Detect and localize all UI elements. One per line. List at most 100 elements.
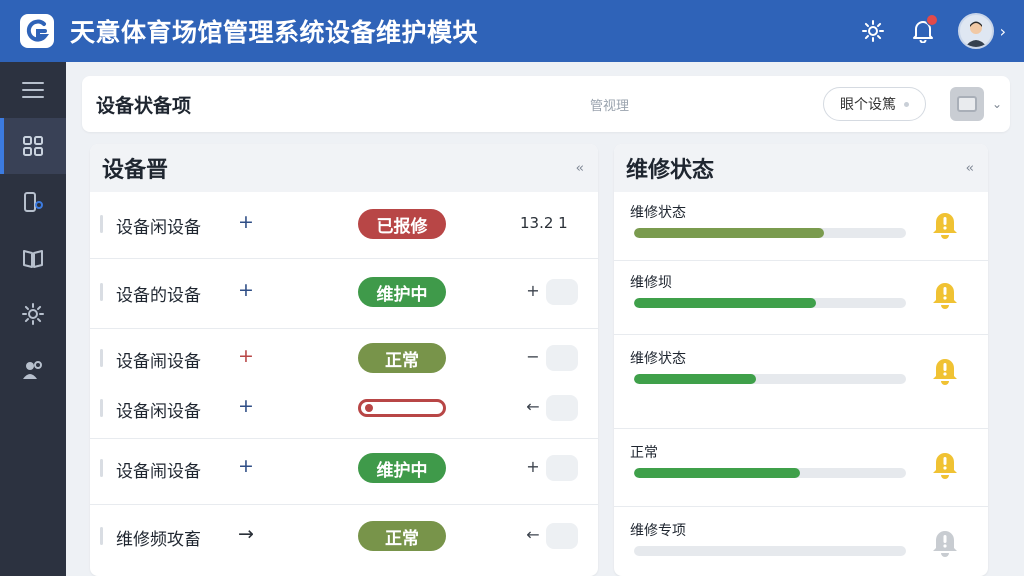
maintenance-label: 维修状态 bbox=[630, 205, 686, 221]
warning-bell-icon[interactable] bbox=[930, 526, 960, 562]
dashboard-icon bbox=[23, 136, 43, 156]
row-handle[interactable] bbox=[100, 399, 103, 417]
maintenance-item[interactable]: 维修状态 bbox=[614, 338, 988, 404]
filter-button-label: 眼个设篤 bbox=[840, 97, 896, 113]
status-toggle-knob bbox=[365, 404, 373, 412]
equipment-row[interactable]: 设备的设备 + 维护中 + bbox=[90, 274, 598, 310]
warning-bell-icon[interactable] bbox=[930, 354, 960, 390]
adjust-icon[interactable]: + bbox=[526, 457, 540, 476]
equipment-name: 设备闲设备 bbox=[116, 218, 201, 238]
row-handle[interactable] bbox=[100, 215, 103, 233]
adjust-icon[interactable]: − bbox=[526, 347, 540, 366]
row-divider bbox=[614, 506, 988, 507]
maintenance-item[interactable]: 维修专项 bbox=[614, 510, 988, 576]
book-icon bbox=[23, 250, 43, 268]
maintenance-panel-header: 维修状态 ‹‹ bbox=[614, 144, 988, 192]
value-field[interactable] bbox=[546, 345, 578, 371]
maintenance-label: 维修状态 bbox=[630, 351, 686, 367]
collapse-icon[interactable]: ‹‹ bbox=[576, 161, 585, 176]
warning-bell-icon[interactable] bbox=[930, 448, 960, 484]
users-icon bbox=[23, 361, 42, 379]
sidebar bbox=[0, 62, 66, 576]
equipment-panel: 设备晋 ‹‹ 设备闲设备 + 已报修 13.2 1 设备的设备 + 维护中 + 设备闹设备 + 正常… bbox=[90, 144, 598, 576]
row-divider bbox=[614, 334, 988, 335]
equipment-row[interactable]: 设备闲设备 + 已报修 13.2 1 bbox=[90, 206, 598, 242]
equipment-name: 设备闲设备 bbox=[116, 402, 201, 422]
maintenance-label: 正常 bbox=[630, 445, 658, 461]
maintenance-item[interactable]: 维修状态 bbox=[614, 192, 988, 258]
equipment-row[interactable]: 设备闲设备 + ← bbox=[90, 390, 598, 426]
row-divider bbox=[614, 428, 988, 429]
progress-bar bbox=[634, 374, 906, 384]
app-logo[interactable] bbox=[20, 14, 54, 48]
progress-fill bbox=[634, 228, 825, 238]
value-field[interactable] bbox=[546, 455, 578, 481]
page-header: 设备状备项 管视理 眼个设篤 ⌄ bbox=[82, 76, 1010, 132]
adjust-icon[interactable]: ← bbox=[526, 525, 540, 544]
user-menu-chevron-icon[interactable]: › bbox=[1000, 22, 1006, 41]
avatar[interactable] bbox=[957, 13, 994, 49]
equipment-row[interactable]: 设备闹设备 + 正常 − bbox=[90, 340, 598, 376]
equipment-name: 设备闹设备 bbox=[116, 352, 201, 372]
equipment-panel-title: 设备晋 bbox=[102, 158, 169, 183]
progress-fill bbox=[634, 374, 757, 384]
maintenance-panel: 维修状态 ‹‹ 维修状态 维修坝 维修状态 正常 维修专项 bbox=[614, 144, 988, 576]
add-icon[interactable]: + bbox=[236, 455, 256, 477]
device-icon bbox=[24, 192, 43, 212]
arrow-right-icon[interactable]: → bbox=[236, 523, 256, 545]
row-divider bbox=[90, 504, 598, 505]
equipment-row[interactable]: 维修频攻畜 → 正常 ← bbox=[90, 518, 598, 554]
settings-icon[interactable] bbox=[860, 18, 886, 44]
row-handle[interactable] bbox=[100, 283, 103, 301]
device-thumbnail[interactable] bbox=[950, 87, 984, 121]
equipment-row[interactable]: 设备闹设备 + 维护中 + bbox=[90, 450, 598, 486]
status-toggle[interactable] bbox=[358, 399, 446, 417]
maintenance-label: 维修专项 bbox=[630, 523, 686, 539]
sidebar-item-settings[interactable] bbox=[0, 286, 66, 342]
value-field[interactable] bbox=[546, 279, 578, 305]
status-badge: 维护中 bbox=[358, 277, 446, 307]
warning-bell-icon[interactable] bbox=[930, 208, 960, 244]
device-image-icon bbox=[957, 96, 977, 112]
status-badge: 正常 bbox=[358, 521, 446, 551]
menu-icon[interactable] bbox=[0, 62, 66, 118]
row-divider bbox=[90, 438, 598, 439]
sidebar-item-manual[interactable] bbox=[0, 230, 66, 286]
maintenance-item[interactable]: 维修坝 bbox=[614, 262, 988, 328]
header-actions: › bbox=[836, 0, 1006, 62]
maintenance-item[interactable]: 正常 bbox=[614, 432, 988, 498]
status-badge: 已报修 bbox=[358, 209, 446, 239]
sidebar-item-devices[interactable] bbox=[0, 174, 66, 230]
filter-button[interactable]: 眼个设篤 bbox=[823, 87, 926, 121]
chevron-down-icon[interactable]: ⌄ bbox=[992, 97, 1002, 111]
progress-bar bbox=[634, 298, 906, 308]
add-icon[interactable]: + bbox=[236, 345, 256, 367]
row-divider bbox=[90, 328, 598, 329]
progress-fill bbox=[634, 468, 800, 478]
equipment-value: 13.2 1 bbox=[520, 214, 568, 232]
status-badge: 维护中 bbox=[358, 453, 446, 483]
bell-icon[interactable] bbox=[910, 14, 938, 44]
notification-dot bbox=[925, 14, 938, 26]
view-label[interactable]: 管视理 bbox=[590, 95, 629, 114]
row-handle[interactable] bbox=[100, 349, 103, 367]
adjust-icon[interactable]: + bbox=[526, 281, 540, 300]
add-icon[interactable]: + bbox=[236, 395, 256, 417]
row-handle[interactable] bbox=[100, 527, 103, 545]
progress-fill bbox=[634, 298, 817, 308]
sidebar-item-users[interactable] bbox=[0, 342, 66, 398]
row-divider bbox=[614, 260, 988, 261]
warning-bell-icon[interactable] bbox=[930, 278, 960, 314]
page-title: 设备状备项 bbox=[96, 94, 192, 117]
add-icon[interactable]: + bbox=[236, 211, 256, 233]
adjust-icon[interactable]: ← bbox=[526, 397, 540, 416]
row-handle[interactable] bbox=[100, 459, 103, 477]
row-divider bbox=[90, 258, 598, 259]
sidebar-item-dashboard[interactable] bbox=[0, 118, 66, 174]
value-field[interactable] bbox=[546, 395, 578, 421]
progress-bar bbox=[634, 228, 906, 238]
value-field[interactable] bbox=[546, 523, 578, 549]
status-badge: 正常 bbox=[358, 343, 446, 373]
add-icon[interactable]: + bbox=[236, 279, 256, 301]
collapse-icon[interactable]: ‹‹ bbox=[966, 161, 975, 176]
